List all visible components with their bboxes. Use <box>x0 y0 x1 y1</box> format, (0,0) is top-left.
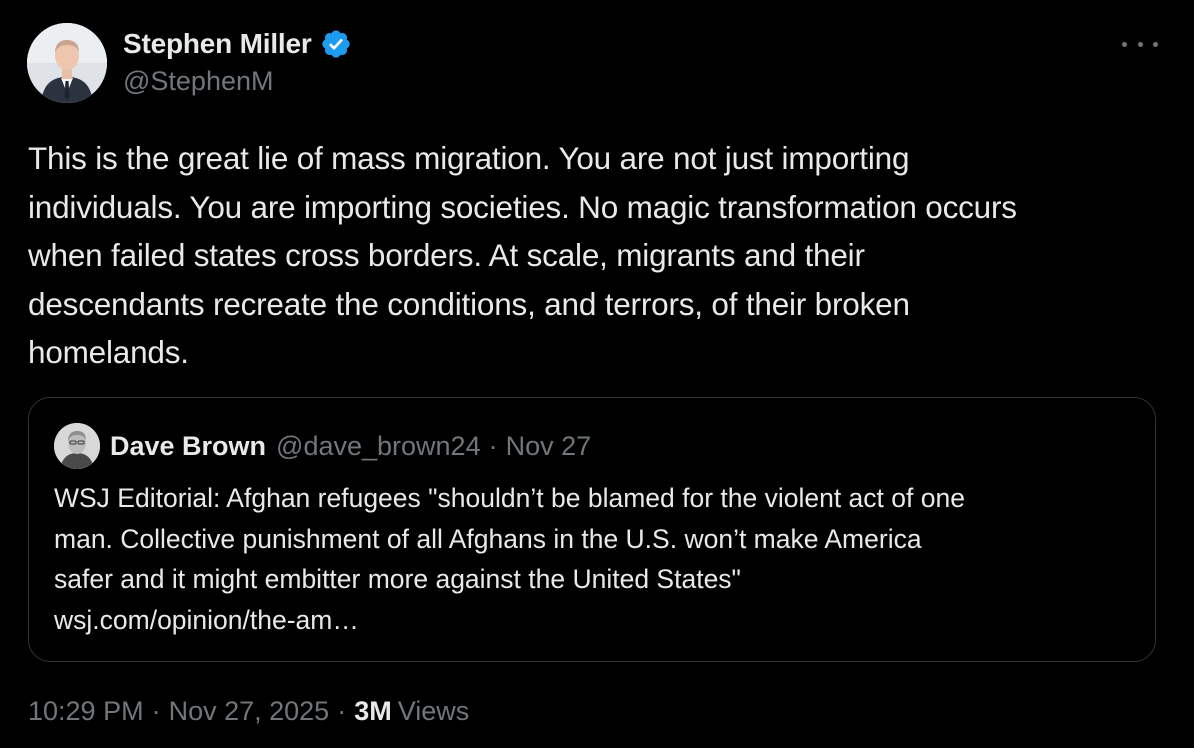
tweet-metadata: 10:29 PM · Nov 27, 2025 · 3M Views <box>28 696 469 727</box>
tweet: Stephen Miller @StephenM This is the gre… <box>0 0 1194 748</box>
quoted-tweet-card[interactable]: Dave Brown @dave_brown24 · Nov 27 WSJ Ed… <box>28 397 1156 662</box>
quoted-author-display-name[interactable]: Dave Brown <box>110 431 266 462</box>
meta-separator-2: · <box>337 696 347 726</box>
author-avatar[interactable] <box>27 23 107 103</box>
quoted-author-handle[interactable]: @dave_brown24 <box>276 431 481 462</box>
author-display-name[interactable]: Stephen Miller <box>123 28 312 60</box>
quoted-tweet-header: Dave Brown @dave_brown24 · Nov 27 <box>54 422 591 470</box>
tweet-date[interactable]: Nov 27, 2025 <box>169 696 330 727</box>
meta-separator-1: · <box>151 696 161 726</box>
more-options-icon[interactable] <box>1122 32 1158 56</box>
quoted-separator: · <box>488 430 498 461</box>
more-dot-2 <box>1137 41 1143 47</box>
author-handle[interactable]: @StephenM <box>123 66 274 97</box>
tweet-text: This is the great lie of mass migration.… <box>28 140 1017 370</box>
views-label[interactable]: Views <box>398 696 470 727</box>
views-count[interactable]: 3M <box>354 696 392 727</box>
more-dot-1 <box>1122 41 1127 47</box>
more-dot-3 <box>1153 41 1158 47</box>
quoted-author-avatar[interactable] <box>54 423 100 469</box>
quoted-tweet-text: WSJ Editorial: Afghan refugees "shouldn’… <box>54 483 965 635</box>
quoted-tweet-date[interactable]: Nov 27 <box>506 431 592 462</box>
verified-badge-icon[interactable] <box>320 28 352 60</box>
tweet-time[interactable]: 10:29 PM <box>28 696 144 727</box>
author-name-row[interactable]: Stephen Miller <box>123 26 352 62</box>
